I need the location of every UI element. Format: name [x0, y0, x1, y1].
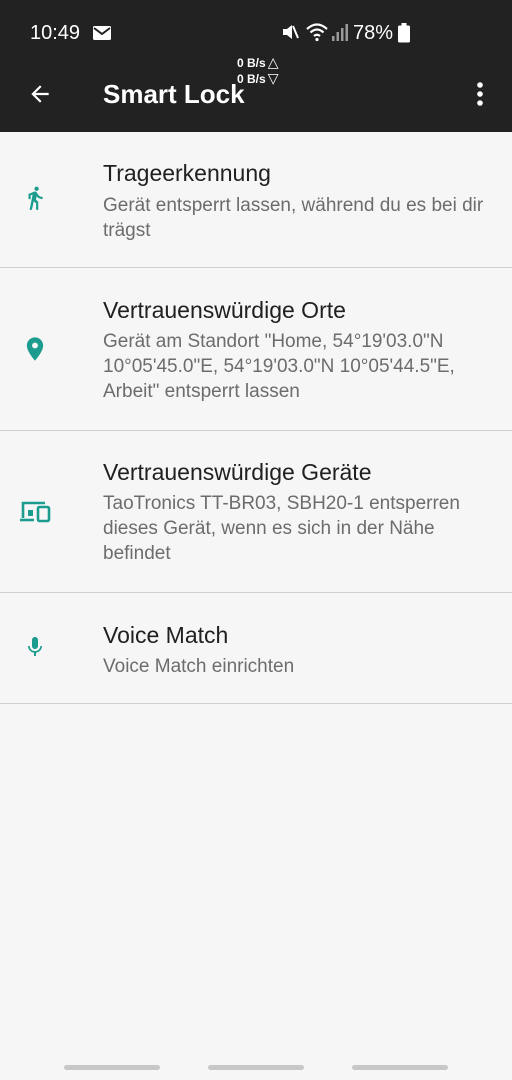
- battery-percentage: 78%: [353, 22, 394, 44]
- upload-arrow-icon: △: [267, 54, 279, 70]
- navigation-bar: [0, 1050, 512, 1080]
- list-item-title: Vertrauenswürdige Orte: [103, 297, 346, 323]
- back-button[interactable]: [20, 74, 60, 114]
- more-vert-icon: [477, 82, 483, 106]
- location-pin-icon: [19, 333, 51, 365]
- signal-icon: [331, 22, 349, 42]
- net-download-speed: 0 B/s: [237, 72, 266, 86]
- wifi-icon: [305, 21, 329, 43]
- status-time: 10:49: [30, 22, 81, 44]
- list-item-subtitle: TaoTronics TT-BR03, SBH20-1 entsperren d…: [103, 493, 460, 564]
- list-item-title: Voice Match: [103, 622, 229, 648]
- mute-icon: [280, 22, 300, 42]
- back-arrow-icon: [31, 85, 49, 103]
- net-download-row: 0 B/s ▽: [237, 71, 278, 87]
- nav-back-button[interactable]: [352, 1065, 448, 1070]
- page-title: Smart Lock: [103, 79, 245, 109]
- net-upload-speed: 0 B/s: [237, 56, 266, 70]
- mail-icon: [92, 25, 112, 41]
- list-item-subtitle: Gerät am Standort "Home, 54°19'03.0"N 10…: [103, 331, 455, 402]
- list-item-title: Vertrauenswürdige Geräte: [103, 459, 372, 485]
- list-item-on-body-detection[interactable]: Trageerkennung Gerät entsperrt lassen, w…: [0, 132, 512, 268]
- battery-icon: [397, 23, 411, 43]
- list-item-subtitle: Voice Match einrichten: [103, 656, 295, 677]
- more-options-button[interactable]: [462, 74, 498, 114]
- list-item-title: Trageerkennung: [103, 160, 271, 186]
- devices-icon: [19, 496, 51, 528]
- list-item-subtitle: Gerät entsperrt lassen, während du es be…: [103, 195, 484, 241]
- network-speed-indicator: 0 B/s △ 0 B/s ▽: [237, 55, 278, 87]
- net-upload-row: 0 B/s △: [237, 55, 278, 71]
- microphone-icon: [19, 631, 51, 663]
- list-item-trusted-places[interactable]: Vertrauenswürdige Orte Gerät am Standort…: [0, 268, 512, 431]
- walking-person-icon: [19, 182, 51, 214]
- list-item-voice-match[interactable]: Voice Match Voice Match einrichten: [0, 593, 512, 704]
- nav-home-button[interactable]: [208, 1065, 304, 1070]
- nav-recents-button[interactable]: [64, 1065, 160, 1070]
- app-bar: Smart Lock 0 B/s △ 0 B/s ▽: [0, 54, 512, 132]
- status-bar: 10:49 78%: [0, 0, 512, 54]
- list-item-trusted-devices[interactable]: Vertrauenswürdige Geräte TaoTronics TT-B…: [0, 431, 512, 593]
- download-arrow-icon: ▽: [267, 70, 279, 86]
